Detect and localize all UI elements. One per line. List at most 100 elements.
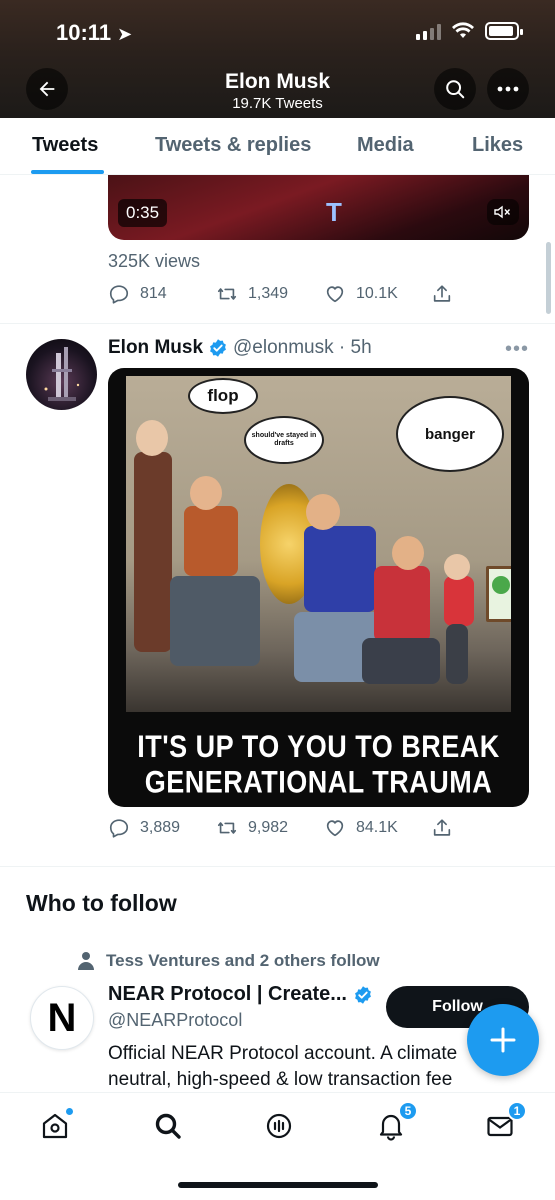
kneeling-man-head: [306, 494, 340, 530]
location-arrow-icon: ➤: [117, 24, 133, 44]
retweet-button[interactable]: 9,982: [216, 817, 288, 839]
young-man-legs: [362, 638, 440, 684]
nav-search[interactable]: [153, 1111, 183, 1141]
meme-caption-line-2: GENERATIONAL TRAUMA: [144, 764, 493, 800]
suggested-account-name[interactable]: NEAR Protocol | Create...: [108, 983, 373, 1006]
nav-home[interactable]: [40, 1107, 74, 1141]
child-head: [444, 554, 470, 580]
home-indicator[interactable]: [178, 1182, 378, 1188]
tweet-header: Elon Musk @elonmusk · 5h: [108, 337, 372, 359]
nav-spaces[interactable]: [264, 1111, 294, 1141]
messages-badge: 1: [507, 1101, 527, 1121]
reply-icon: [109, 819, 129, 838]
battery-icon: [485, 22, 523, 40]
young-man-figure: [374, 566, 430, 642]
social-context: Tess Ventures and 2 others follow: [78, 951, 380, 971]
retweet-icon: [217, 822, 237, 834]
heart-icon: [326, 820, 344, 837]
retweet-count: 1,349: [248, 285, 289, 302]
young-man-head: [392, 536, 424, 570]
compose-tweet-button[interactable]: [467, 1004, 539, 1076]
more-options-button[interactable]: [487, 68, 529, 110]
more-dots-icon: [497, 86, 519, 92]
speech-bubble-banger: banger: [396, 396, 504, 472]
speech-bubble-drafts: should've stayed in drafts: [244, 416, 324, 464]
father-head: [190, 476, 222, 510]
author-handle-time: @elonmusk · 5h: [233, 337, 372, 358]
profile-tabs: Tweets Tweets & replies Media Likes: [0, 118, 555, 175]
old-man-head: [136, 420, 168, 456]
old-man-figure: [134, 452, 172, 652]
plus-icon: [490, 1027, 516, 1053]
who-to-follow-title: Who to follow: [26, 890, 177, 916]
status-time-text: 10:11: [56, 20, 112, 45]
notifications-badge: 5: [398, 1101, 418, 1121]
video-duration: 0:35: [118, 199, 168, 227]
speaker-muted-icon: [494, 205, 511, 219]
share-button[interactable]: [431, 817, 453, 839]
home-unread-dot: [65, 1107, 74, 1116]
video-views: 325K views: [108, 251, 201, 271]
suggested-account-handle: @NEARProtocol: [108, 1010, 243, 1030]
search-icon: [155, 1113, 181, 1139]
tweet-actions: 3,889 9,982 84.1K: [108, 817, 529, 841]
meme-caption: IT'S UP TO YOU TO BREAK GENERATIONAL TRA…: [108, 729, 529, 799]
share-button[interactable]: [431, 283, 453, 305]
status-time: 10:11 ➤: [56, 20, 132, 46]
tweet-image[interactable]: flop should've stayed in drafts banger I…: [108, 368, 529, 807]
home-icon: [42, 1113, 68, 1139]
cellular-signal-icon: [416, 22, 441, 40]
search-button[interactable]: [434, 68, 476, 110]
like-count: 84.1K: [356, 819, 398, 836]
person-icon: [78, 952, 94, 970]
spaces-microphone-icon: [266, 1113, 292, 1139]
scrollbar[interactable]: [546, 242, 551, 314]
author-avatar[interactable]: [26, 339, 97, 410]
search-icon: [446, 80, 465, 99]
speech-bubble-flop: flop: [188, 378, 258, 414]
retweet-count: 9,982: [248, 819, 289, 836]
child-figure: [444, 576, 474, 626]
share-icon: [433, 819, 451, 836]
wifi-icon: [452, 22, 474, 38]
reply-count: 814: [140, 285, 167, 302]
like-button[interactable]: 84.1K: [324, 817, 398, 839]
suggested-account-avatar[interactable]: N: [30, 986, 94, 1050]
tweet-video[interactable]: 0:35 T: [108, 175, 529, 240]
nav-notifications[interactable]: 5: [376, 1101, 418, 1141]
meme-caption-line-1: IT'S UP TO YOU TO BREAK: [137, 729, 500, 764]
child-legs: [446, 624, 468, 684]
tweet-divider: [0, 323, 555, 324]
tweet-more-icon[interactable]: •••: [505, 338, 529, 361]
meme-illustration: flop should've stayed in drafts banger: [126, 376, 511, 712]
share-icon: [433, 285, 451, 302]
tab-tweets-replies[interactable]: Tweets & replies: [155, 134, 311, 157]
mute-button[interactable]: [487, 199, 519, 225]
reply-button[interactable]: 3,889: [108, 817, 180, 839]
section-divider: [0, 866, 555, 867]
reply-icon: [109, 285, 129, 304]
social-context-text: Tess Ventures and 2 others follow: [106, 951, 380, 970]
status-icons: [416, 22, 523, 40]
tweet-actions: 814 1,349 10.1K: [108, 283, 529, 307]
author-name[interactable]: Elon Musk: [108, 337, 203, 359]
father-legs: [170, 576, 260, 666]
reply-button[interactable]: 814: [108, 283, 167, 305]
like-button[interactable]: 10.1K: [324, 283, 398, 305]
like-count: 10.1K: [356, 285, 398, 302]
near-logo-icon: N: [47, 995, 77, 1040]
easel-painting: [486, 566, 511, 622]
verified-badge-icon: [355, 985, 371, 1004]
tab-likes[interactable]: Likes: [472, 134, 523, 157]
nav-messages[interactable]: 1: [485, 1101, 527, 1141]
retweet-button[interactable]: 1,349: [216, 283, 288, 305]
suggested-account-name-text: NEAR Protocol | Create...: [108, 983, 347, 1005]
verified-badge-icon: [210, 339, 226, 357]
suggested-account-bio: Official NEAR Protocol account. A climat…: [108, 1043, 458, 1090]
active-tab-indicator: [31, 170, 104, 174]
tab-tweets[interactable]: Tweets: [32, 134, 98, 157]
father-figure: [184, 506, 238, 576]
tesla-logo-icon: T: [326, 197, 342, 227]
reply-count: 3,889: [140, 819, 181, 836]
tab-media[interactable]: Media: [357, 134, 414, 157]
